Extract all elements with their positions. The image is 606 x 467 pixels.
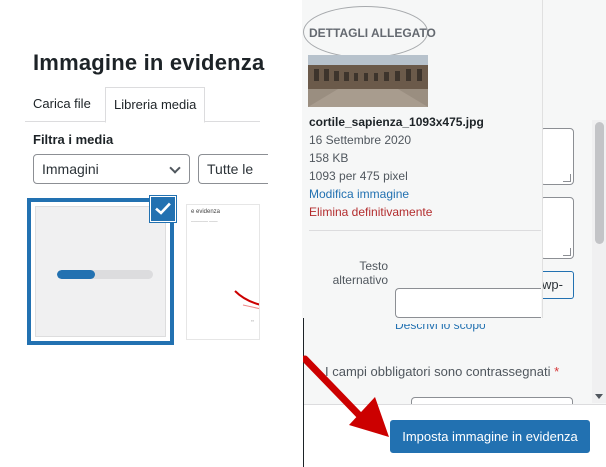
media-modal: Immagine in evidenza Carica file Libreri… — [0, 0, 268, 467]
image-dimensions: 1093 per 475 pixel — [309, 169, 408, 183]
file-name: cortile_sapienza_1093x475.jpg — [309, 115, 484, 129]
attachment-preview — [35, 206, 166, 337]
file-size: 158 KB — [309, 151, 349, 165]
upload-date: 16 Settembre 2020 — [309, 133, 412, 147]
edit-image-link[interactable]: Modifica immagine — [309, 187, 409, 201]
alt-text-label: Testo alternativo — [332, 259, 388, 287]
tab-media-library[interactable]: Libreria media — [105, 87, 206, 123]
copy-url-button[interactable]: wp- — [540, 271, 574, 299]
required-marker: * — [554, 364, 560, 379]
doc-thumbnail-footer: ▪▪ — [251, 318, 254, 323]
media-type-filter[interactable]: Immagini — [33, 154, 190, 184]
date-filter-value: Tutte le — [207, 161, 254, 177]
attachment-tile-selected[interactable] — [27, 196, 176, 345]
attachment-details-heading: DETTAGLI ALLEGATO — [309, 26, 436, 40]
media-type-filter-value: Immagini — [42, 161, 99, 177]
caption-textarea[interactable] — [540, 128, 574, 185]
settings-scrollbar[interactable] — [592, 120, 606, 403]
red-arrow-icon — [303, 355, 389, 437]
attachment-thumbnail — [308, 55, 428, 107]
description-textarea[interactable] — [540, 197, 574, 259]
attachment-tile-document[interactable]: e evidenza ────── ─── ▪▪ — [186, 204, 260, 340]
courtyard-image — [308, 55, 428, 107]
checkmark-icon — [155, 202, 171, 215]
tab-upload-files[interactable]: Carica file — [25, 87, 99, 122]
describe-purpose-link[interactable]: Descrivi lo scopo — [395, 324, 485, 338]
delete-permanently-link[interactable]: Elimina definitivamente — [309, 205, 432, 219]
media-router-tabs: Carica file Libreria media — [25, 87, 260, 123]
scrollbar-thumb[interactable] — [595, 122, 604, 244]
upload-progress-bar — [57, 270, 153, 279]
set-featured-image-button[interactable]: Imposta immagine in evidenza — [390, 420, 590, 453]
resize-grip-icon[interactable] — [563, 174, 571, 182]
upload-progress-fill — [57, 270, 96, 279]
alt-text-input[interactable] — [395, 288, 541, 318]
chevron-down-icon — [169, 162, 181, 174]
describe-purpose-link-text: Descrivi lo scopo — [395, 324, 485, 332]
modal-edge — [0, 0, 24, 467]
filter-media-label: Filtra i media — [33, 132, 114, 147]
resize-grip-icon[interactable] — [563, 248, 571, 256]
divider — [309, 230, 541, 231]
selected-check-button[interactable] — [150, 196, 176, 222]
modal-title: Immagine in evidenza — [33, 50, 265, 75]
doc-thumbnail-graphic — [234, 290, 259, 310]
date-filter[interactable]: Tutte le — [198, 154, 268, 184]
scroll-down-arrow-icon[interactable] — [595, 394, 603, 399]
